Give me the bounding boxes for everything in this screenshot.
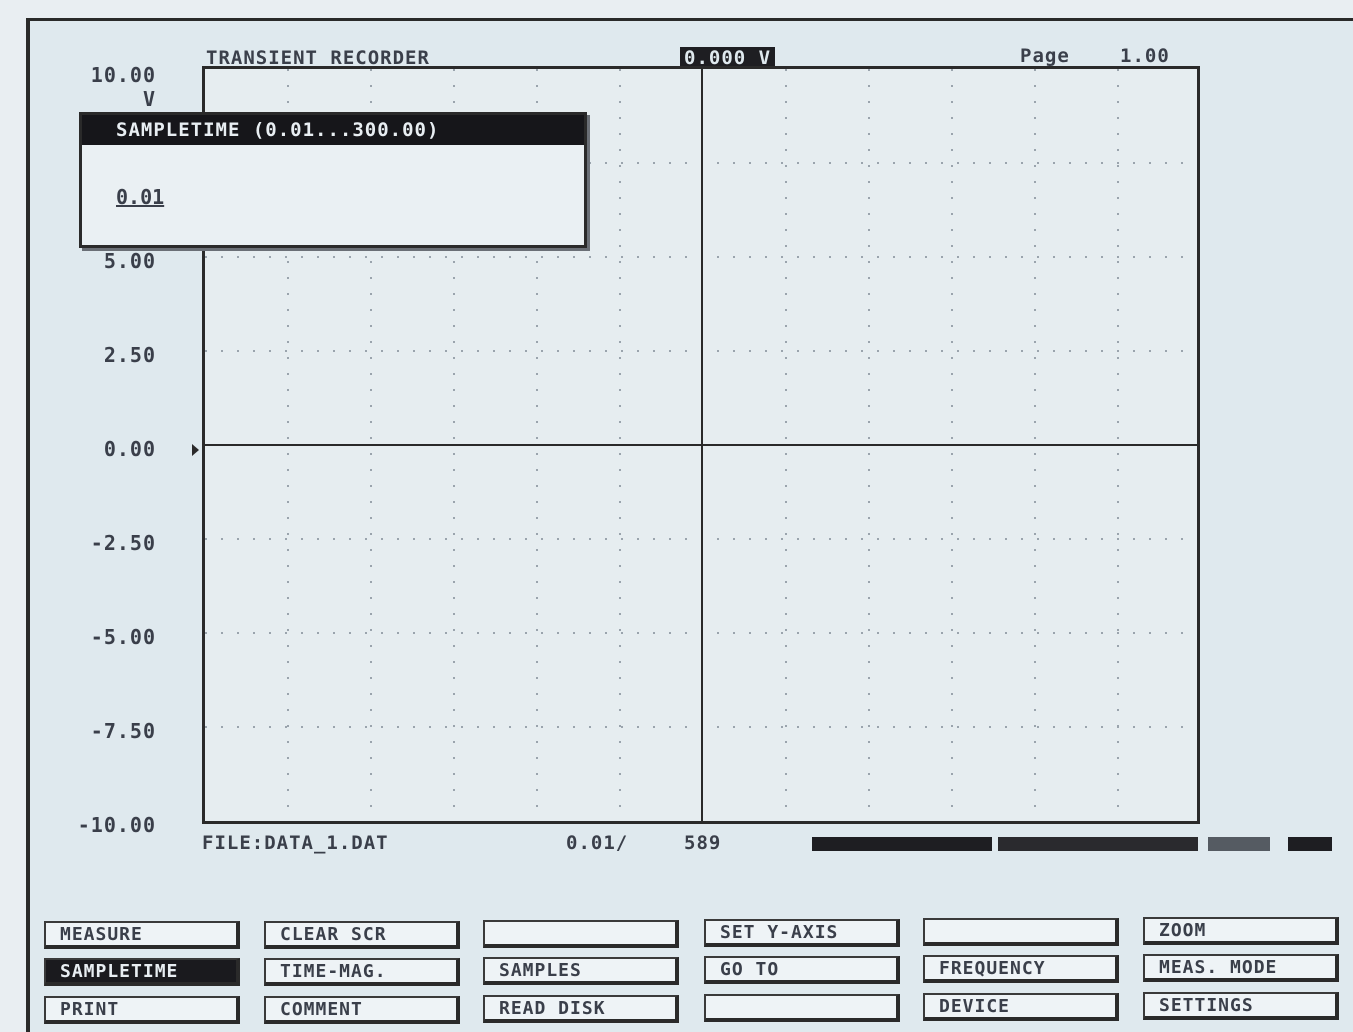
y-axis-unit: V	[142, 87, 156, 111]
go-to-button[interactable]: GO TO	[704, 956, 900, 984]
blank-button-3[interactable]	[704, 994, 900, 1022]
y-tick-2-5: 2.50	[103, 343, 156, 367]
sampletime-input[interactable]: 0.01	[116, 185, 164, 209]
sampletime-dialog[interactable]: SAMPLETIME (0.01...300.00) 0.01	[79, 112, 587, 248]
sampletime-button[interactable]: SAMPLETIME	[44, 958, 240, 986]
print-button[interactable]: PRINT	[44, 996, 240, 1024]
status-indicator-blocks	[812, 837, 1332, 851]
time-mag-button[interactable]: TIME-MAG.	[264, 958, 460, 986]
samples-button[interactable]: SAMPLES	[483, 957, 679, 985]
y-tick-minus-2-5: -2.50	[90, 531, 156, 555]
page-value: 1.00	[1120, 45, 1170, 67]
set-y-axis-button[interactable]: SET Y-AXIS	[704, 919, 900, 947]
comment-button[interactable]: COMMENT	[264, 996, 460, 1024]
zero-marker-icon	[192, 444, 199, 456]
clear-scr-button[interactable]: CLEAR SCR	[264, 921, 460, 949]
meas-mode-button[interactable]: MEAS. MODE	[1143, 954, 1339, 982]
y-tick-0: 0.00	[103, 437, 156, 461]
settings-button[interactable]: SETTINGS	[1143, 992, 1339, 1020]
dialog-title: SAMPLETIME (0.01...300.00)	[82, 115, 584, 145]
blank-button-2[interactable]	[923, 918, 1119, 946]
sampletime-readout: 0.01/	[566, 832, 629, 854]
y-tick-5: 5.00	[103, 249, 156, 273]
blank-button-1[interactable]	[483, 920, 679, 948]
frequency-button[interactable]: FREQUENCY	[923, 955, 1119, 983]
zoom-button[interactable]: ZOOM	[1143, 917, 1339, 945]
device-button[interactable]: DEVICE	[923, 993, 1119, 1021]
page-label: Page	[1020, 45, 1070, 67]
sample-count: 589	[684, 832, 722, 854]
y-tick-minus-10: -10.00	[77, 813, 156, 837]
measure-button[interactable]: MEASURE	[44, 921, 240, 949]
y-tick-10: 10.00	[90, 63, 156, 87]
file-name: FILE:DATA_1.DAT	[202, 832, 389, 854]
read-disk-button[interactable]: READ DISK	[483, 995, 679, 1023]
y-tick-minus-5: -5.00	[90, 625, 156, 649]
y-tick-minus-7-5: -7.50	[90, 719, 156, 743]
